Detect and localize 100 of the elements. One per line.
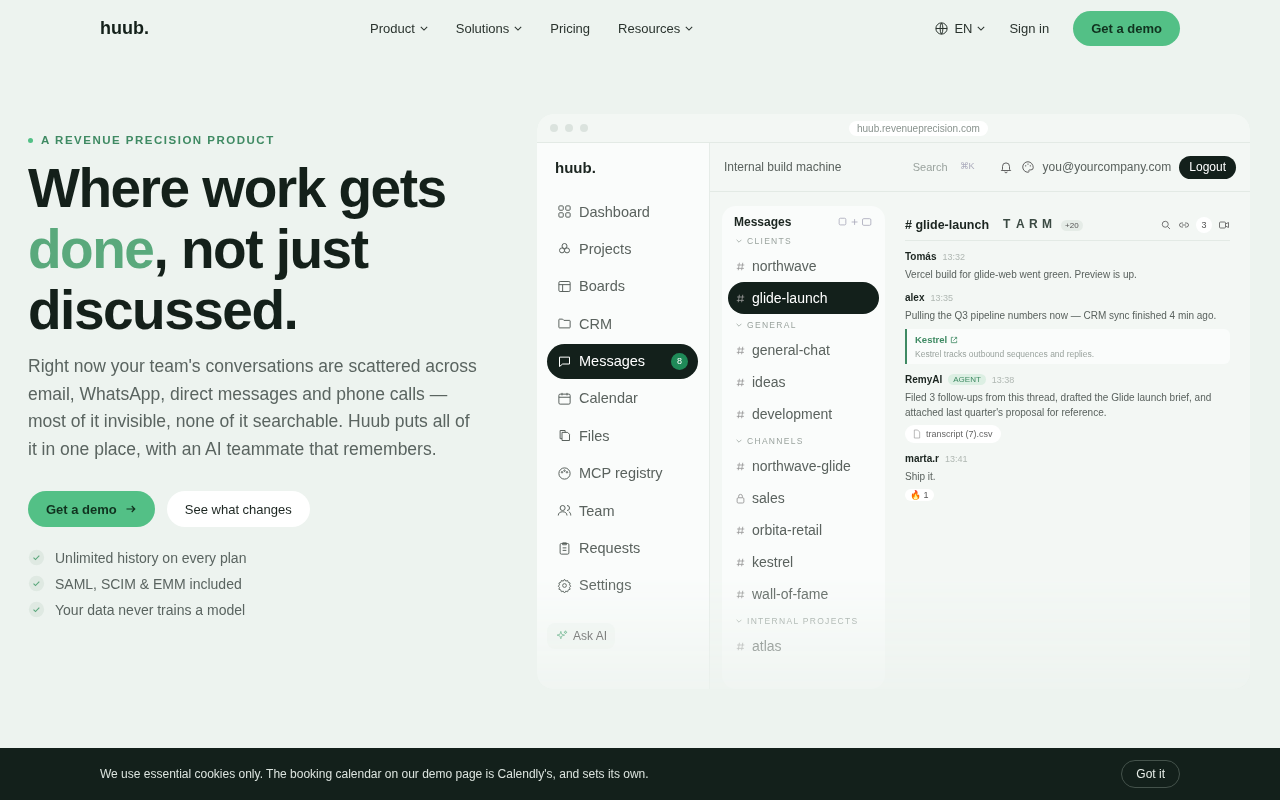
settings-icon xyxy=(557,577,572,593)
nav-link[interactable]: Resources xyxy=(618,20,694,36)
hash-icon xyxy=(736,376,745,388)
sidebar-item[interactable]: Dashboard xyxy=(547,194,698,229)
nav-link[interactable]: Pricing xyxy=(550,20,591,36)
sidebar-item[interactable]: Settings xyxy=(547,567,698,603)
folder-icon xyxy=(557,316,572,332)
count-badge: 3 xyxy=(1196,217,1212,233)
channel-item[interactable]: wall-of-fame xyxy=(728,578,879,610)
sidebar-item[interactable]: Team xyxy=(547,493,698,529)
channel-item[interactable]: northwave-glide xyxy=(728,450,879,482)
cookie-notice: We use essential cookies only. The booking calendar on our demo page is Calendly's, and sets its own. xyxy=(100,767,649,781)
avatar: R xyxy=(1029,217,1039,233)
logo[interactable]: huub. xyxy=(100,17,330,39)
attachment-chip[interactable]: transcript (7).csv xyxy=(905,425,1001,443)
grid-icon xyxy=(557,204,572,219)
palette-icon[interactable] xyxy=(1020,160,1035,174)
eyebrow-dot xyxy=(28,137,33,143)
url-bar: huub.revenueprecision.com xyxy=(849,120,988,136)
hash-icon xyxy=(736,292,745,304)
channel-item[interactable]: glide-launch xyxy=(728,282,879,314)
calendar-icon xyxy=(557,390,572,406)
eyebrow-text: A REVENUE PRECISION PRODUCT xyxy=(41,134,275,146)
globe-icon xyxy=(934,20,950,36)
external-link-icon xyxy=(950,335,959,344)
agent-badge: AGENT xyxy=(948,374,986,385)
sidebar-item[interactable]: Projects xyxy=(547,231,698,267)
feature-text: Unlimited history on every plan xyxy=(55,549,247,566)
hash-icon xyxy=(736,524,745,536)
message-text: Filed 3 follow-ups from this thread, drafted the Glide launch brief, and attached last quarter's proposal for reference. xyxy=(905,391,1213,420)
sidebar-item[interactable]: Files xyxy=(547,418,698,454)
hash-icon xyxy=(736,460,745,472)
ask-ai-button[interactable]: Ask AI xyxy=(547,623,615,650)
user-email: you@yourcompany.com xyxy=(1042,160,1172,174)
file-icon xyxy=(913,429,921,439)
channel-title: # glide-launch xyxy=(905,218,990,232)
hash-icon xyxy=(736,260,745,272)
window-dots-icon xyxy=(549,123,589,133)
preview-text: Kestrel tracks outbound sequences and replies. xyxy=(915,349,1096,359)
link-preview[interactable]: Kestrel Kestrel tracks outbound sequences and replies. xyxy=(905,329,1230,364)
search-icon[interactable] xyxy=(1160,219,1172,231)
channel-item[interactable]: general-chat xyxy=(728,334,879,366)
app-logo: huub. xyxy=(554,158,597,178)
message-author: Tomás xyxy=(905,251,937,262)
check-icon xyxy=(28,575,45,592)
channel-item[interactable]: sales xyxy=(728,482,879,514)
channel-item[interactable]: kestrel xyxy=(728,546,879,578)
sidebar-item[interactable]: Calendar xyxy=(547,380,698,416)
message-text: Ship it. xyxy=(905,470,937,484)
feature-text: SAML, SCIM & EMM included xyxy=(55,575,242,592)
message-time: 13:35 xyxy=(930,292,953,303)
sidebar-item[interactable]: Requests xyxy=(547,530,698,566)
bell-icon[interactable] xyxy=(998,160,1013,174)
message-text: Vercel build for glide-web went green. Preview is up. xyxy=(905,268,1138,282)
message-time: 13:41 xyxy=(944,453,968,464)
workspace-name: Internal build machine xyxy=(724,160,842,174)
channel-item[interactable]: northwave xyxy=(728,250,879,282)
channel-item[interactable]: development xyxy=(728,398,879,430)
get-demo-button[interactable]: Get a demo xyxy=(1073,10,1180,46)
logout-button[interactable]: Logout xyxy=(1179,155,1236,179)
files-icon xyxy=(557,428,572,444)
headline: Where work gets done, not just discussed. xyxy=(28,158,447,341)
member-count: +20 xyxy=(1061,219,1083,231)
chat-bubble-icon xyxy=(557,353,572,369)
hash-icon xyxy=(736,344,745,356)
hash-icon xyxy=(736,640,745,652)
message-author: alex xyxy=(905,292,925,303)
people-icon xyxy=(557,503,572,519)
message-time: 13:32 xyxy=(942,251,966,262)
arrow-icon xyxy=(124,503,137,515)
nav-link[interactable]: Solutions xyxy=(455,20,523,36)
board-icon xyxy=(557,278,572,294)
check-icon xyxy=(28,549,45,566)
message-time: 13:38 xyxy=(991,374,1015,385)
feature-text: Your data never trains a model xyxy=(55,601,246,618)
video-icon[interactable] xyxy=(1218,219,1230,231)
sidebar-item[interactable]: Boards xyxy=(547,268,698,304)
sign-in-link[interactable]: Sign in xyxy=(1009,20,1050,36)
sidebar-item[interactable]: CRM xyxy=(547,306,698,342)
avatar: A xyxy=(1016,217,1026,233)
hash-icon xyxy=(736,556,745,568)
sidebar-item[interactable]: Messages 8 xyxy=(547,343,698,379)
reaction-chip[interactable]: 🔥 1 xyxy=(905,489,934,501)
panel-actions-icon[interactable] xyxy=(837,217,873,227)
see-changes-button[interactable]: See what changes xyxy=(166,491,310,527)
link-icon[interactable] xyxy=(1178,219,1190,231)
message-author: RemyAI xyxy=(905,374,943,385)
channel-item[interactable]: ideas xyxy=(728,366,879,398)
language-selector[interactable]: EN xyxy=(934,20,986,36)
sidebar-item[interactable]: MCP registry xyxy=(547,455,698,491)
preview-title: Kestrel xyxy=(915,334,948,345)
nav-link[interactable]: Product xyxy=(370,20,428,36)
panel-title: Messages xyxy=(734,215,792,229)
get-demo-button[interactable]: Get a demo xyxy=(28,491,155,527)
message-text: Pulling the Q3 pipeline numbers now — CRM sync finished 4 min ago. xyxy=(905,309,1218,323)
check-icon xyxy=(28,601,45,618)
lock-icon xyxy=(736,492,745,504)
channel-item[interactable]: orbita-retail xyxy=(728,514,879,546)
hash-icon xyxy=(736,588,745,600)
palette-icon xyxy=(557,465,572,481)
